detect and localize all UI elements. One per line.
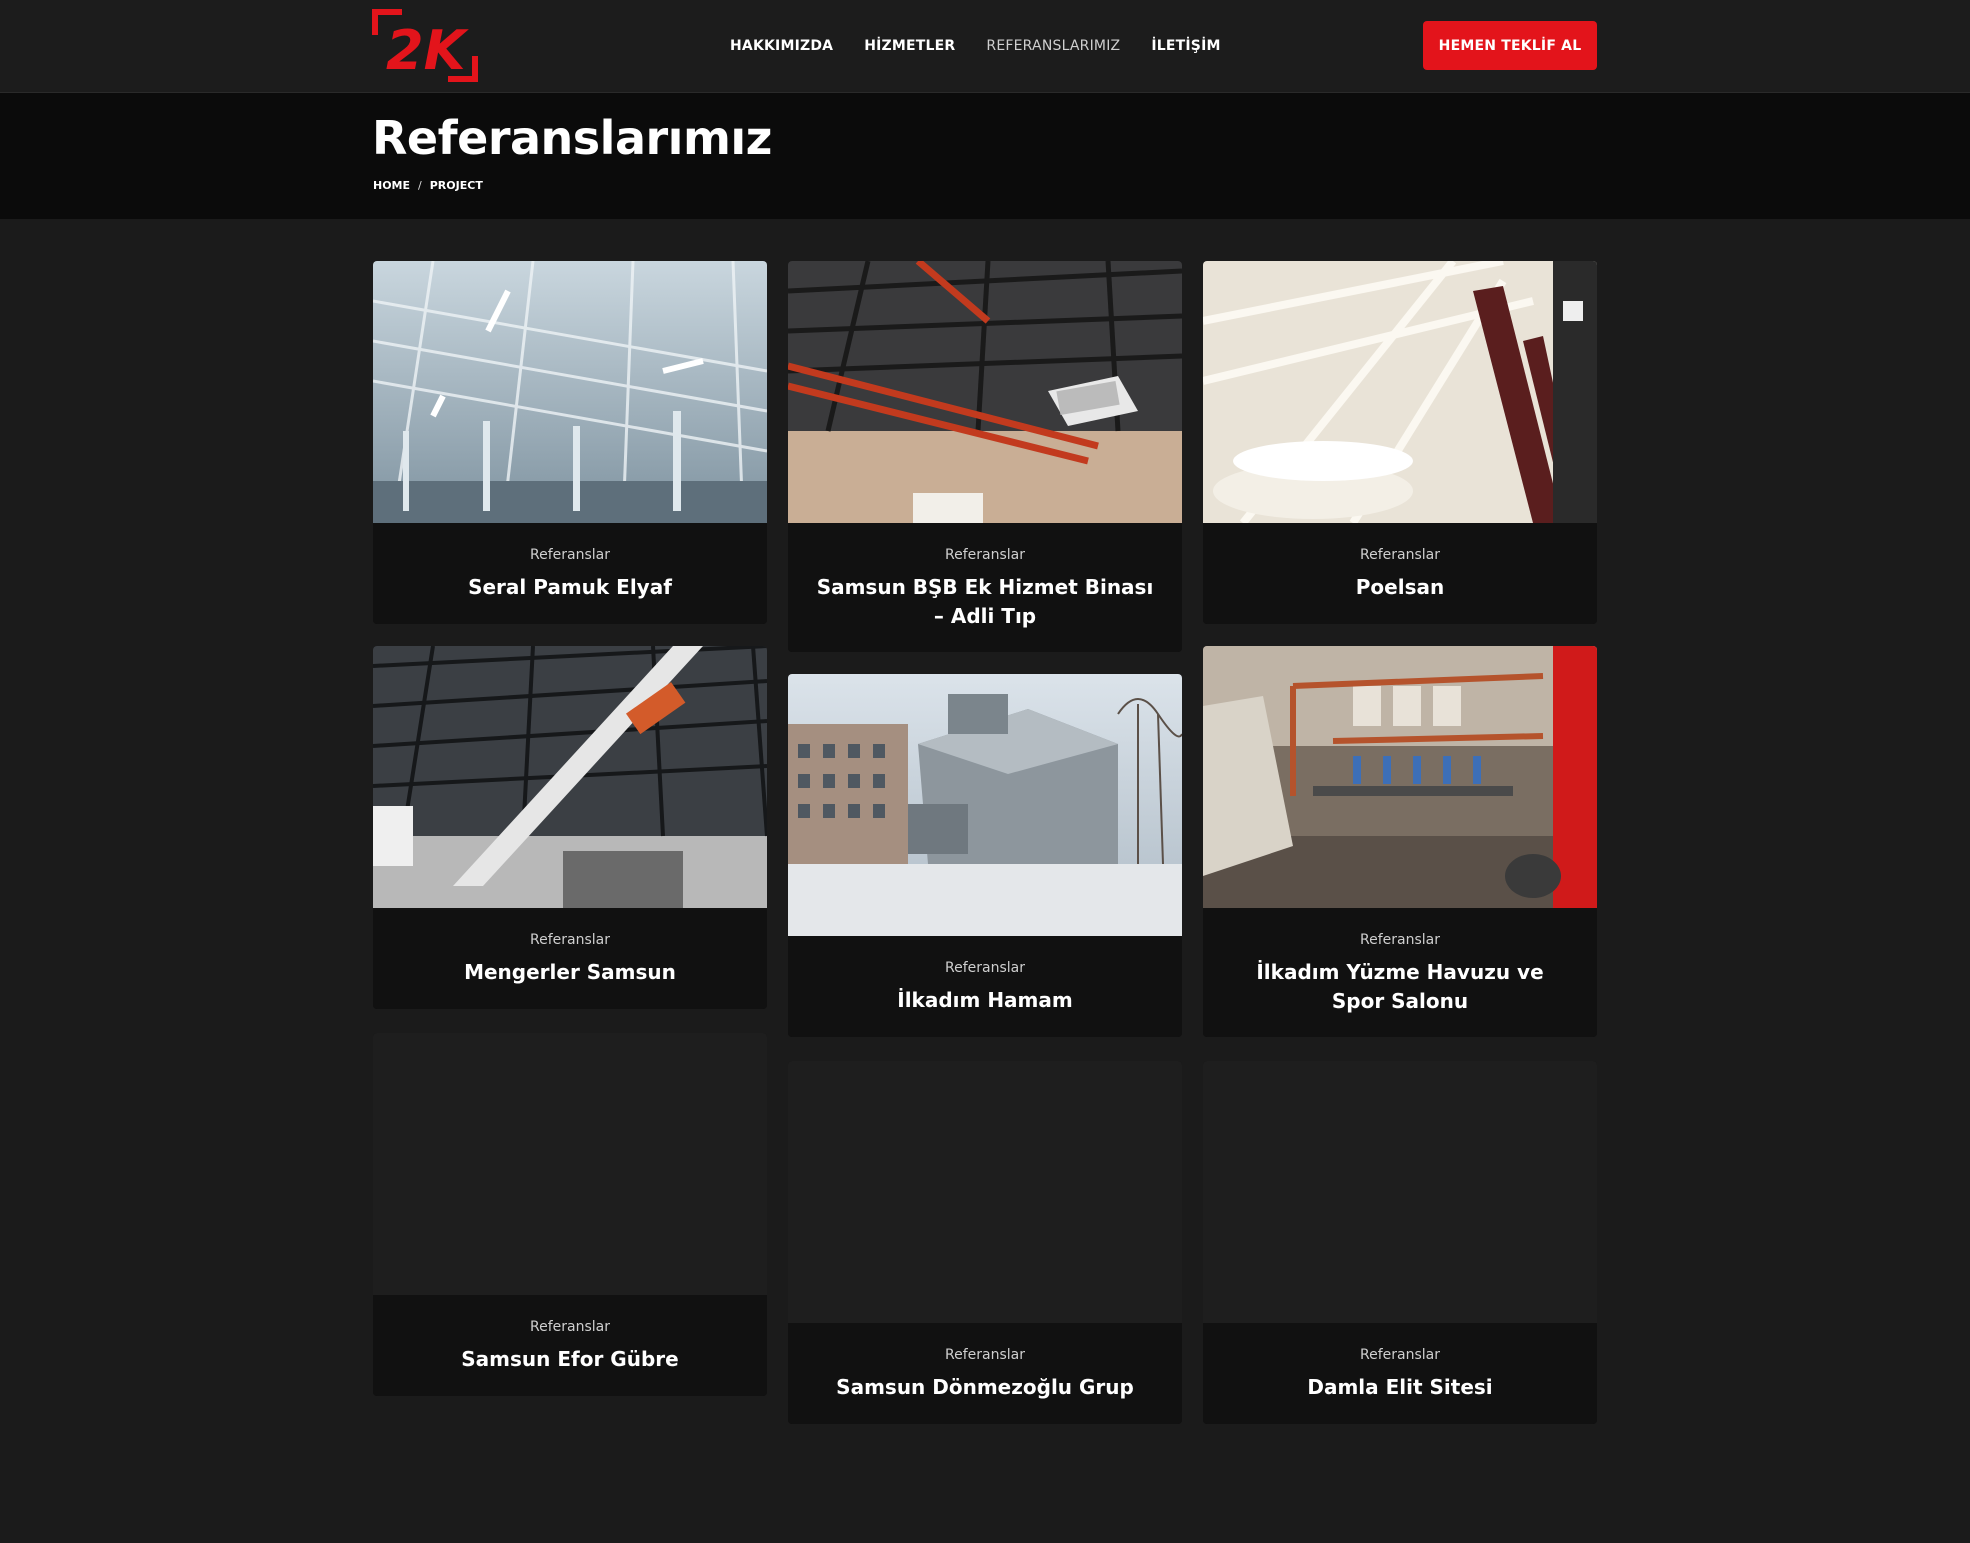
project-category: Referanslar — [945, 960, 1025, 976]
nav-referanslarimiz[interactable]: REFERANSLARIMIZ — [986, 38, 1120, 54]
project-image[interactable] — [1203, 1061, 1597, 1323]
project-title[interactable]: Seral Pamuk Elyaf — [397, 573, 743, 602]
project-meta: Referanslar İlkadım Hamam — [788, 936, 1182, 1037]
logo-text: 2K — [386, 19, 470, 82]
project-image[interactable] — [373, 261, 767, 523]
project-category: Referanslar — [945, 547, 1025, 563]
project-category: Referanslar — [1360, 1347, 1440, 1363]
project-title[interactable]: Samsun Efor Gübre — [397, 1345, 743, 1374]
project-image[interactable] — [1203, 261, 1597, 523]
project-category: Referanslar — [530, 1319, 610, 1335]
project-card[interactable]: Referanslar Mengerler Samsun — [373, 646, 767, 1009]
breadcrumb: HOME / PROJECT — [373, 179, 483, 192]
project-card[interactable]: Referanslar Poelsan — [1203, 261, 1597, 624]
breadcrumb-separator: / — [418, 179, 422, 192]
project-image[interactable] — [373, 1033, 767, 1295]
project-title[interactable]: Mengerler Samsun — [397, 958, 743, 987]
project-card[interactable]: Referanslar Seral Pamuk Elyaf — [373, 261, 767, 624]
project-image[interactable] — [1203, 646, 1597, 908]
project-card[interactable]: Referanslar Samsun Dönmezoğlu Grup — [788, 1061, 1182, 1424]
project-title[interactable]: İlkadım Yüzme Havuzu ve Spor Salonu — [1227, 958, 1573, 1016]
page-banner: Referanslarımız HOME / PROJECT — [0, 93, 1970, 219]
project-card[interactable]: Referanslar Samsun BŞB Ek Hizmet Binası … — [788, 261, 1182, 652]
project-meta: Referanslar Seral Pamuk Elyaf — [373, 523, 767, 624]
project-meta: Referanslar Damla Elit Sitesi — [1203, 1323, 1597, 1424]
project-image[interactable] — [788, 261, 1182, 523]
project-title[interactable]: Samsun Dönmezoğlu Grup — [812, 1373, 1158, 1402]
project-title[interactable]: Samsun BŞB Ek Hizmet Binası – Adli Tıp — [812, 573, 1158, 631]
nav-hakkimizda[interactable]: HAKKIMIZDA — [730, 38, 833, 54]
project-title[interactable]: İlkadım Hamam — [812, 986, 1158, 1015]
project-meta: Referanslar İlkadım Yüzme Havuzu ve Spor… — [1203, 908, 1597, 1037]
project-category: Referanslar — [530, 547, 610, 563]
project-meta: Referanslar Mengerler Samsun — [373, 908, 767, 1009]
project-image[interactable] — [788, 674, 1182, 936]
nav-hizmetler[interactable]: HİZMETLER — [864, 38, 955, 54]
site-logo[interactable]: 2K — [370, 7, 480, 84]
project-category: Referanslar — [1360, 932, 1440, 948]
project-card[interactable]: Referanslar İlkadım Yüzme Havuzu ve Spor… — [1203, 646, 1597, 1037]
project-card[interactable]: Referanslar Samsun Efor Gübre — [373, 1033, 767, 1396]
project-card[interactable]: Referanslar İlkadım Hamam — [788, 674, 1182, 1037]
project-meta: Referanslar Poelsan — [1203, 523, 1597, 624]
page-title: Referanslarımız — [372, 111, 772, 165]
project-title[interactable]: Poelsan — [1227, 573, 1573, 602]
breadcrumb-current: PROJECT — [429, 179, 483, 192]
project-image[interactable] — [373, 646, 767, 908]
project-title[interactable]: Damla Elit Sitesi — [1227, 1373, 1573, 1402]
main-nav: HAKKIMIZDA HİZMETLER REFERANSLARIMIZ İLE… — [730, 0, 1221, 92]
nav-iletisim[interactable]: İLETİŞİM — [1151, 38, 1220, 54]
project-meta: Referanslar Samsun BŞB Ek Hizmet Binası … — [788, 523, 1182, 652]
project-meta: Referanslar Samsun Dönmezoğlu Grup — [788, 1323, 1182, 1424]
project-category: Referanslar — [530, 932, 610, 948]
project-card[interactable]: Referanslar Damla Elit Sitesi — [1203, 1061, 1597, 1424]
project-meta: Referanslar Samsun Efor Gübre — [373, 1295, 767, 1396]
project-category: Referanslar — [1360, 547, 1440, 563]
project-category: Referanslar — [945, 1347, 1025, 1363]
site-header: 2K HAKKIMIZDA HİZMETLER REFERANSLARIMIZ … — [0, 0, 1970, 93]
breadcrumb-home[interactable]: HOME — [373, 179, 410, 192]
project-image[interactable] — [788, 1061, 1182, 1323]
get-quote-button[interactable]: HEMEN TEKLİF AL — [1423, 21, 1597, 70]
